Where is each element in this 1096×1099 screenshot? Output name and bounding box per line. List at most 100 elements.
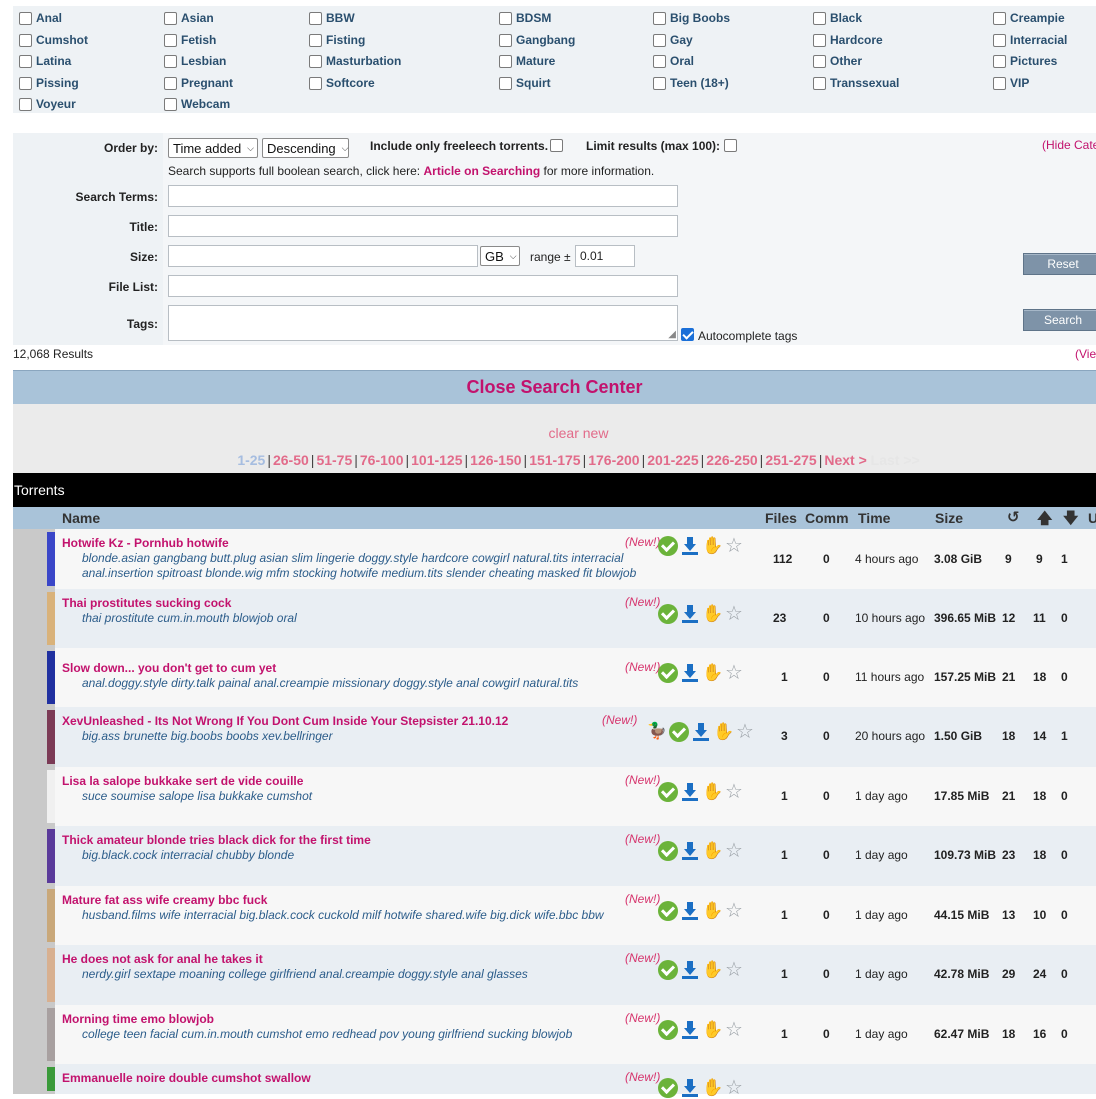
thumbnail-image[interactable] [13,826,55,886]
torrent-title-link[interactable]: Slow down... you don't get to cum yet [62,661,276,675]
bookmark-star-icon[interactable]: ☆ [724,604,744,624]
article-on-searching-link[interactable]: Article on Searching [423,164,540,178]
page-link[interactable]: 126-150 [470,452,521,468]
category-hardcore[interactable]: Hardcore [813,31,883,49]
category-pissing[interactable]: Pissing [19,74,79,92]
thumbnail-image[interactable] [13,529,55,589]
category-checkbox[interactable] [19,97,32,111]
category-checkbox[interactable] [813,76,826,90]
page-link[interactable]: 26-50 [273,452,309,468]
column-header-comments[interactable]: Comm [805,510,849,526]
download-icon[interactable] [680,604,700,624]
view-link[interactable]: (Vie [1075,347,1096,361]
next-page-link[interactable]: Next > [824,452,866,468]
category-softcore[interactable]: Softcore [309,74,375,92]
thumbnail-image[interactable] [13,648,55,707]
torrent-tags[interactable]: suce soumise salope lisa bukkake cumshot [82,789,662,804]
category-creampie[interactable]: Creampie [993,9,1065,27]
category-checkbox[interactable] [19,33,32,47]
category-checkbox[interactable] [499,76,512,90]
bookmark-star-icon[interactable]: ☆ [724,536,744,556]
order-by-select[interactable]: Time added ⌵ [168,138,258,158]
thumbnail-image[interactable] [13,707,55,767]
download-icon[interactable] [680,663,700,683]
thumbnail-image[interactable] [13,589,55,648]
torrent-title-link[interactable]: Lisa la salope bukkake sert de vide coui… [62,774,303,788]
page-link[interactable]: 251-275 [765,452,816,468]
column-header-time[interactable]: Time [858,510,890,526]
thanks-hand-icon[interactable]: ✋ [713,722,734,742]
column-header-name[interactable]: Name [62,510,100,526]
search-button[interactable]: Search [1023,309,1096,331]
category-mature[interactable]: Mature [499,52,555,70]
torrent-tags[interactable]: husband.films wife interracial big.black… [82,908,662,923]
category-checkbox[interactable] [164,97,177,111]
order-direction-select[interactable]: Descending ⌵ [262,138,349,158]
reset-button[interactable]: Reset [1023,253,1096,275]
torrent-tags[interactable]: college teen facial cum.in.mouth cumshot… [82,1027,662,1042]
category-pictures[interactable]: Pictures [993,52,1057,70]
category-checkbox[interactable] [993,54,1006,68]
bookmark-star-icon[interactable]: ☆ [724,841,744,861]
category-other[interactable]: Other [813,52,862,70]
page-link[interactable]: 101-125 [411,452,462,468]
category-checkbox[interactable] [499,54,512,68]
category-teen-18[interactable]: Teen (18+) [653,74,729,92]
bookmark-star-icon[interactable]: ☆ [724,1078,744,1098]
category-bdsm[interactable]: BDSM [499,9,551,27]
category-vip[interactable]: VIP [993,74,1029,92]
torrent-title-link[interactable]: He does not ask for anal he takes it [62,952,263,966]
category-checkbox[interactable] [499,33,512,47]
torrent-title-link[interactable]: Thai prostitutes sucking cock [62,596,231,610]
category-squirt[interactable]: Squirt [499,74,551,92]
torrent-title-link[interactable]: Morning time emo blowjob [62,1012,214,1026]
category-fisting[interactable]: Fisting [309,31,365,49]
category-checkbox[interactable] [499,11,512,25]
category-checkbox[interactable] [653,54,666,68]
category-checkbox[interactable] [164,33,177,47]
category-checkbox[interactable] [653,11,666,25]
limit-results-checkbox[interactable] [724,139,737,152]
close-search-center-button[interactable]: Close Search Center [13,370,1096,404]
category-checkbox[interactable] [19,11,32,25]
page-link[interactable]: 201-225 [647,452,698,468]
column-header-uploader[interactable]: U [1088,510,1096,526]
download-icon[interactable] [680,782,700,802]
resize-handle-icon[interactable]: ◢ [668,329,676,340]
search-terms-input[interactable] [168,185,678,207]
download-icon[interactable] [680,536,700,556]
category-asian[interactable]: Asian [164,9,214,27]
torrent-tags[interactable]: nerdy.girl sextape moaning college girlf… [82,967,662,982]
thanks-hand-icon[interactable]: ✋ [702,1020,723,1040]
thanks-hand-icon[interactable]: ✋ [702,604,723,624]
category-black[interactable]: Black [813,9,862,27]
category-oral[interactable]: Oral [653,52,694,70]
page-link[interactable]: 151-175 [529,452,580,468]
thanks-hand-icon[interactable]: ✋ [702,901,723,921]
clear-new-link[interactable]: clear new [13,425,1096,441]
category-gangbang[interactable]: Gangbang [499,31,575,49]
category-checkbox[interactable] [993,33,1006,47]
tags-textarea[interactable]: ◢ [168,305,678,341]
category-checkbox[interactable] [164,11,177,25]
column-header-size[interactable]: Size [935,510,963,526]
thumbnail-image[interactable] [13,1064,55,1094]
page-link[interactable]: 51-75 [316,452,352,468]
download-icon[interactable] [680,841,700,861]
torrent-tags[interactable]: thai prostitute cum.in.mouth blowjob ora… [82,611,662,626]
thumbnail-image[interactable] [13,767,55,826]
file-list-input[interactable] [168,275,678,297]
bookmark-star-icon[interactable]: ☆ [724,782,744,802]
autocomplete-tags-checkbox[interactable] [681,328,694,341]
category-big-boobs[interactable]: Big Boobs [653,9,730,27]
category-anal[interactable]: Anal [19,9,62,27]
category-interracial[interactable]: Interracial [993,31,1067,49]
thanks-hand-icon[interactable]: ✋ [702,841,723,861]
category-checkbox[interactable] [309,54,322,68]
category-masturbation[interactable]: Masturbation [309,52,401,70]
thumbnail-image[interactable] [13,945,55,1005]
page-link[interactable]: 226-250 [706,452,757,468]
category-checkbox[interactable] [813,54,826,68]
bookmark-star-icon[interactable]: ☆ [735,722,755,742]
download-icon[interactable] [680,901,700,921]
